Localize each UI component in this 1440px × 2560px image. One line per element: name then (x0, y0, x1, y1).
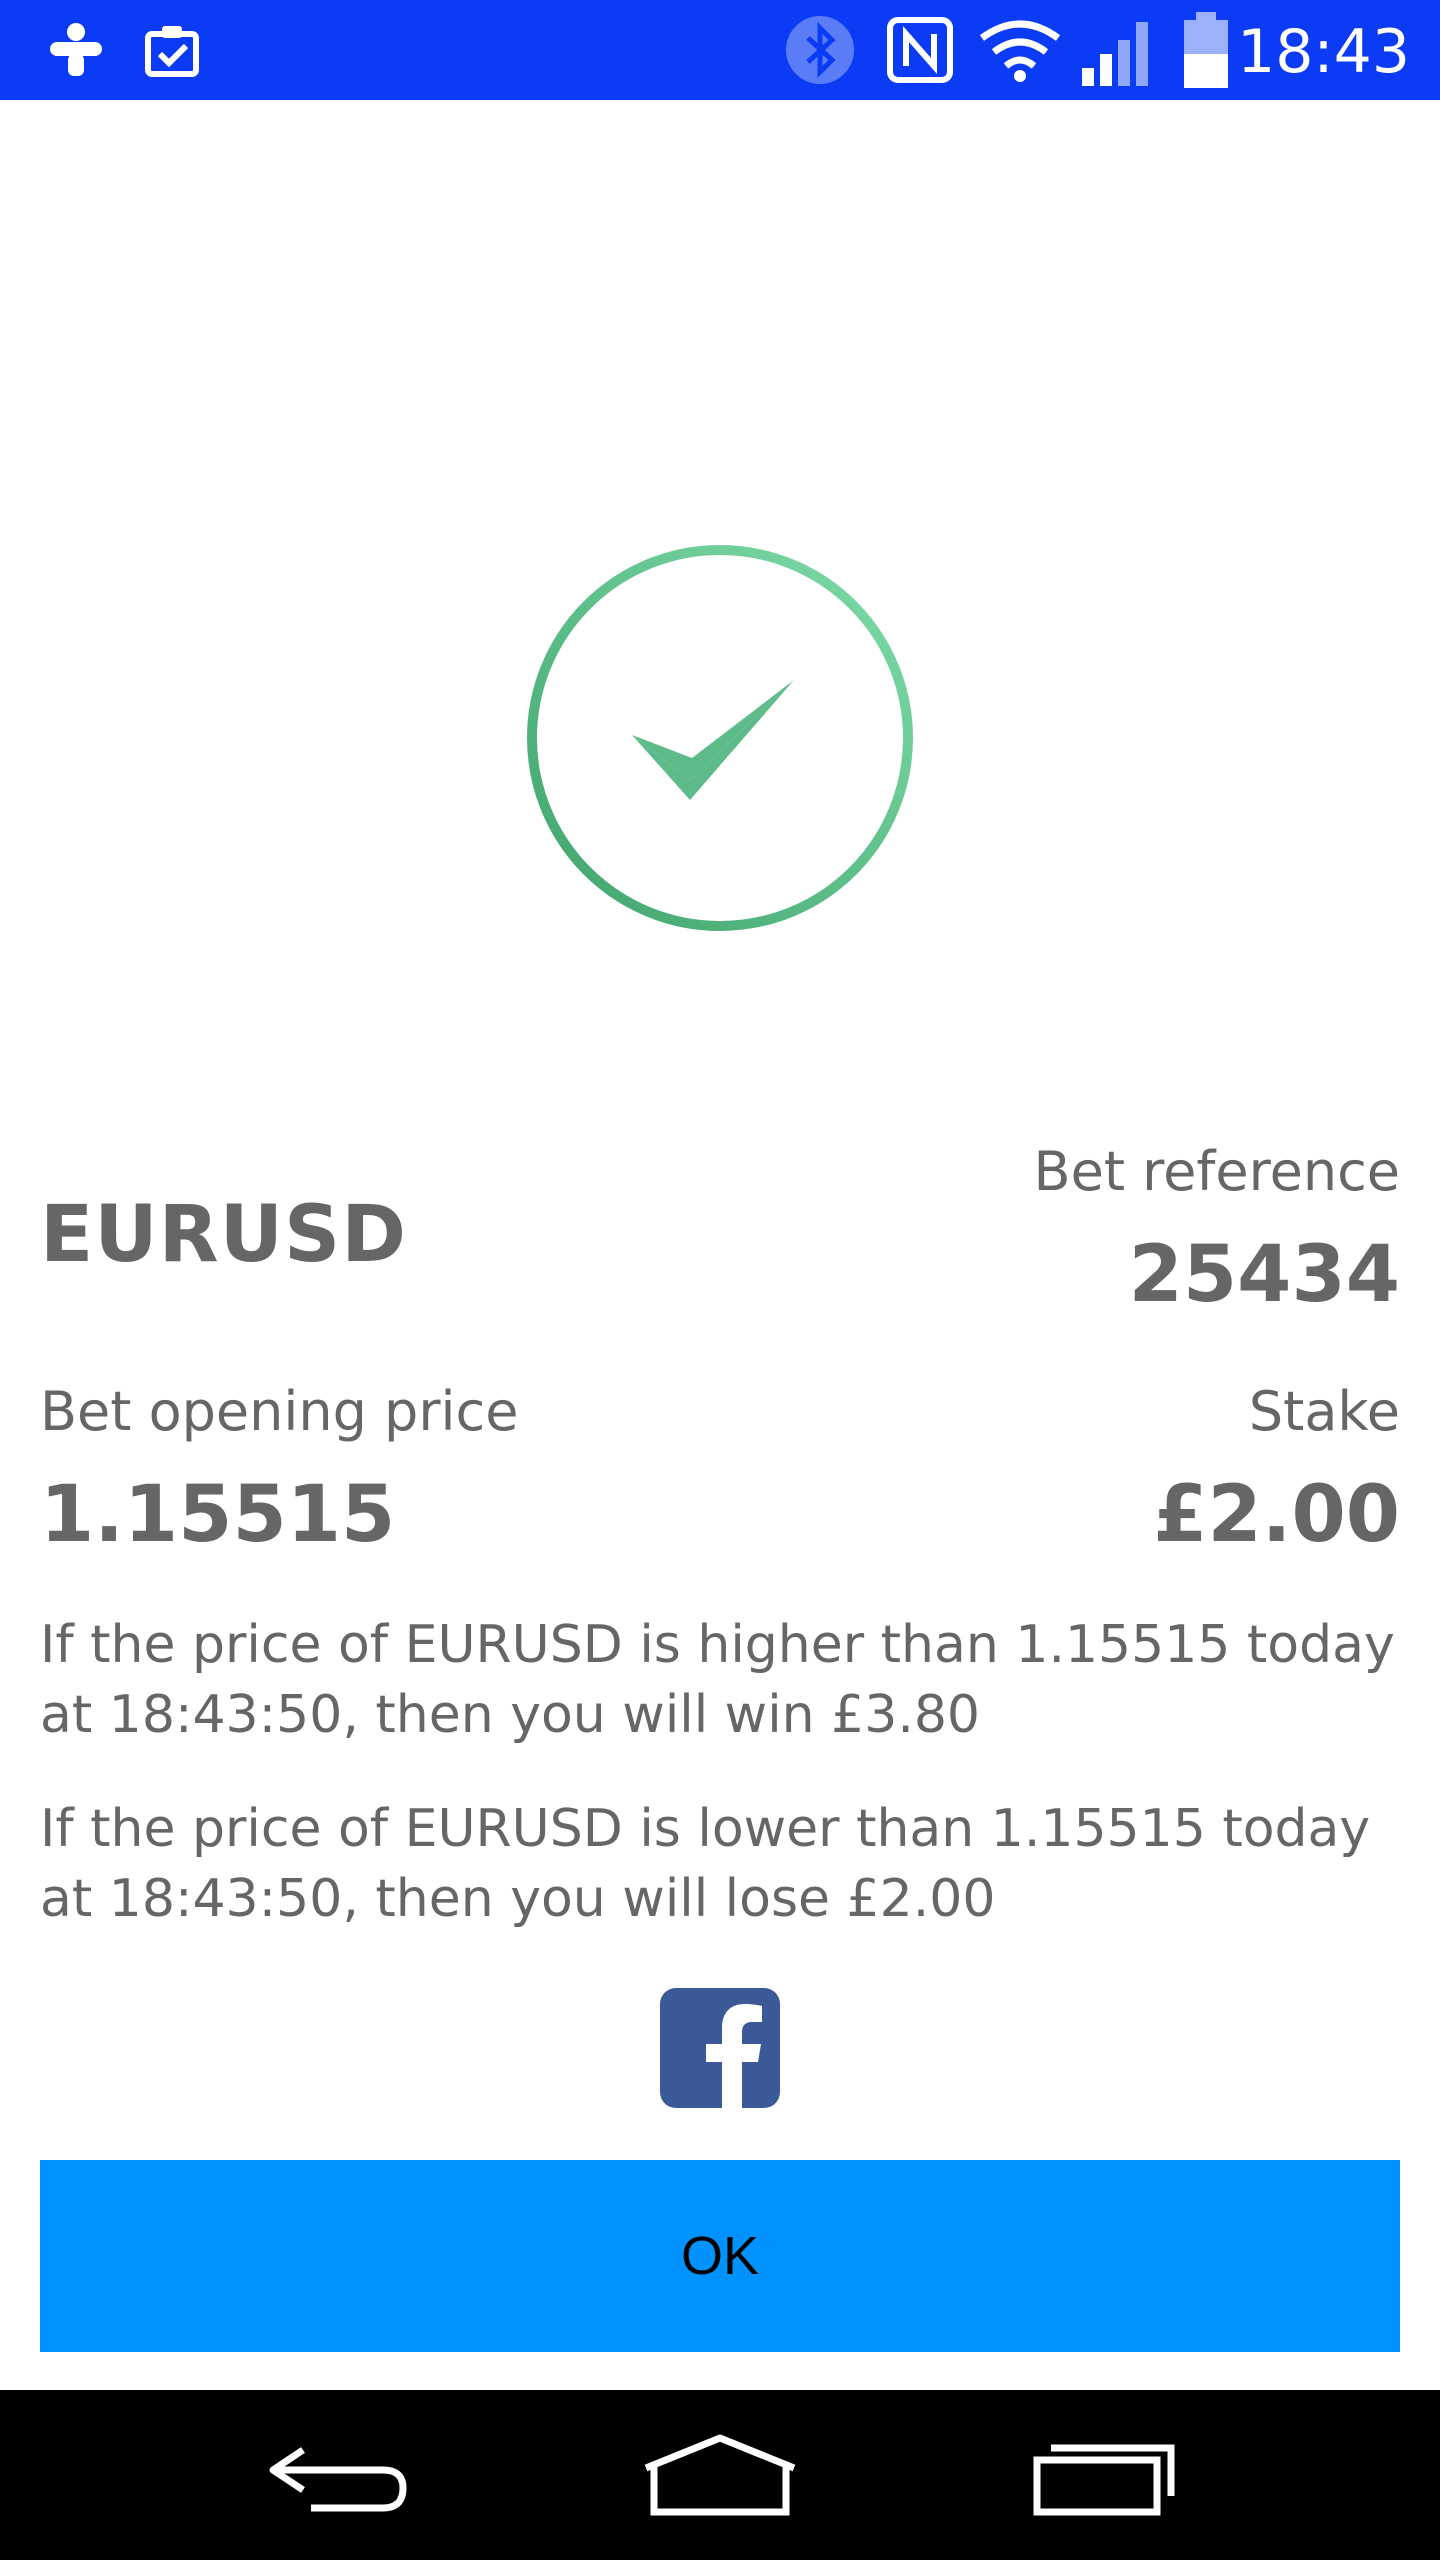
ok-button[interactable]: OK (40, 2160, 1400, 2352)
wifi-icon (976, 0, 1064, 100)
bet-reference-value: 25434 (1128, 1230, 1400, 1320)
recents-button[interactable] (1002, 2390, 1202, 2560)
tripadvisor-icon (44, 0, 108, 100)
navigation-bar (0, 2390, 1440, 2560)
nfc-icon (884, 0, 956, 100)
facebook-share-button[interactable] (660, 1988, 780, 2108)
status-time: 18:43 (1237, 17, 1410, 87)
clipboard-check-icon (140, 0, 204, 100)
status-bar: 18:43 (0, 0, 1440, 100)
check-circle-icon (522, 540, 918, 936)
back-button[interactable] (238, 2390, 438, 2560)
signal-icon (1078, 0, 1162, 100)
home-button[interactable] (620, 2390, 820, 2560)
bet-reference-label: Bet reference (1033, 1140, 1400, 1203)
instrument-symbol: EURUSD (40, 1190, 407, 1280)
opening-price-label: Bet opening price (40, 1380, 519, 1443)
lose-condition-text: If the price of EURUSD is lower than 1.1… (40, 1799, 1371, 1929)
win-condition-text: If the price of EURUSD is higher than 1.… (40, 1615, 1395, 1745)
battery-icon (1176, 0, 1236, 100)
recents-icon (1033, 2444, 1175, 2516)
opening-price-value: 1.15515 (40, 1470, 396, 1560)
back-icon (269, 2447, 407, 2512)
home-icon (644, 2434, 796, 2516)
bluetooth-icon (782, 0, 858, 100)
facebook-icon (660, 1988, 780, 2108)
bet-confirmation-screen: EURUSD Bet reference 25434 Bet opening p… (0, 100, 1440, 2390)
stake-value: £2.00 (1153, 1470, 1400, 1560)
stake-label: Stake (1248, 1380, 1400, 1443)
